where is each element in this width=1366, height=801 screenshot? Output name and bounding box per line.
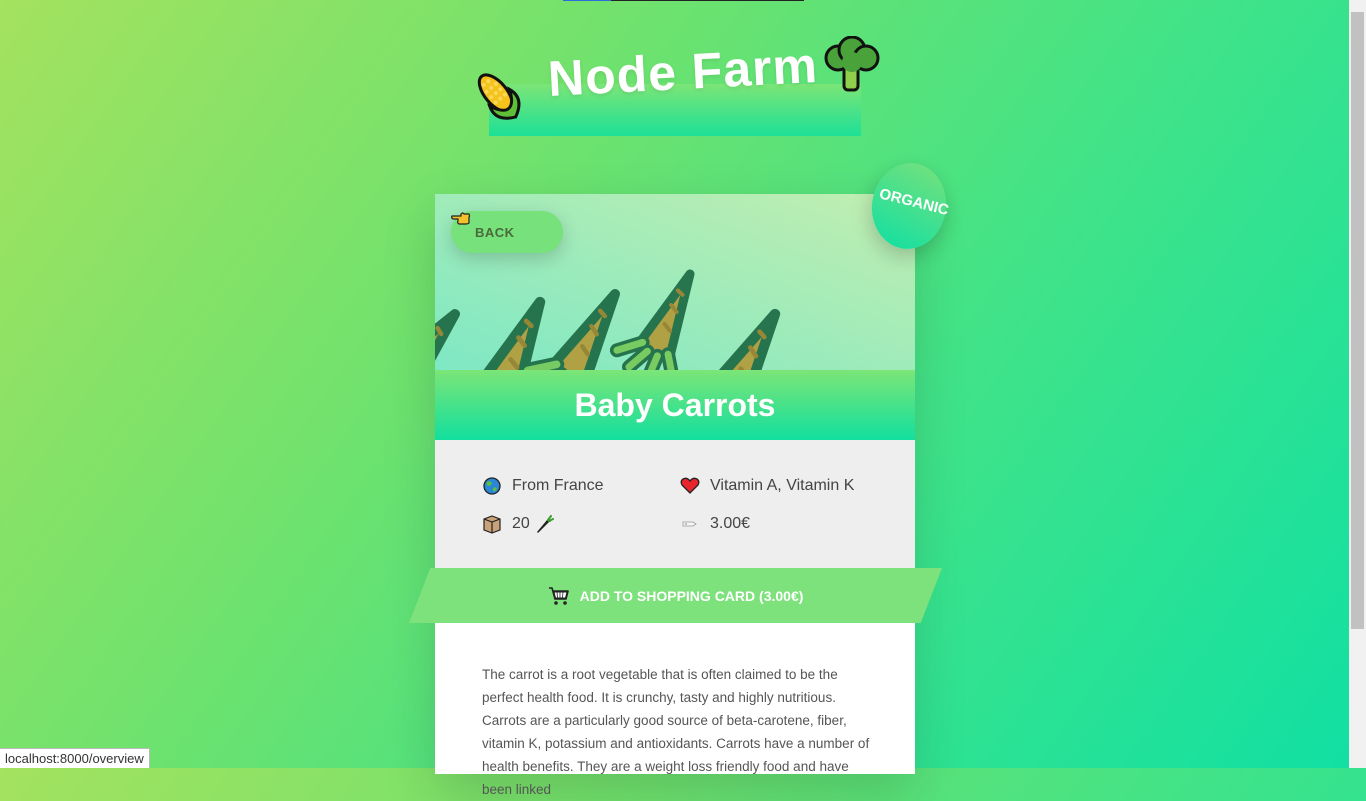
- price-tag-icon: [682, 521, 697, 527]
- top-edge-line: [563, 0, 804, 1]
- box-icon: [483, 515, 501, 534]
- detail-quantity: 20: [482, 514, 554, 534]
- page-scrollbar[interactable]: [1349, 0, 1366, 768]
- back-button[interactable]: BACK: [451, 211, 563, 253]
- globe-icon: [483, 477, 501, 495]
- pointing-hand-icon: [451, 212, 471, 225]
- site-header: Node Farm: [470, 36, 890, 146]
- heart-icon: [680, 477, 700, 494]
- nutrients-text: Vitamin A, Vitamin K: [710, 477, 855, 494]
- link-status-url: localhost:8000/overview: [0, 748, 150, 768]
- carrot-icon: [537, 515, 554, 533]
- broccoli-icon: [824, 36, 880, 92]
- add-to-cart-label: ADD TO SHOPPING CARD (3.00€): [579, 587, 804, 604]
- corn-icon: [477, 73, 521, 120]
- detail-price: 3.00€: [680, 514, 750, 534]
- shopping-cart-icon: [548, 586, 569, 605]
- price-text: 3.00€: [710, 515, 751, 532]
- detail-origin: From France: [482, 476, 604, 496]
- scrollbar-thumb[interactable]: [1351, 12, 1364, 629]
- product-card: BACK Baby Carrots From France Vitamin A,…: [435, 194, 915, 797]
- product-title-band: Baby Carrots: [435, 370, 915, 440]
- add-to-cart-button[interactable]: ADD TO SHOPPING CARD (3.00€): [409, 568, 942, 623]
- product-hero-image: BACK: [435, 194, 915, 370]
- back-button-label: BACK: [475, 224, 515, 240]
- organic-label: ORGANIC: [877, 184, 951, 219]
- detail-nutrients: Vitamin A, Vitamin K: [680, 476, 854, 496]
- product-description: The carrot is a root vegetable that is o…: [482, 667, 870, 797]
- quantity-text: 20: [512, 515, 530, 532]
- product-name: Baby Carrots: [574, 386, 776, 423]
- origin-text: From France: [512, 477, 604, 494]
- product-details: From France Vitamin A, Vitamin K 20 3.00…: [435, 440, 915, 568]
